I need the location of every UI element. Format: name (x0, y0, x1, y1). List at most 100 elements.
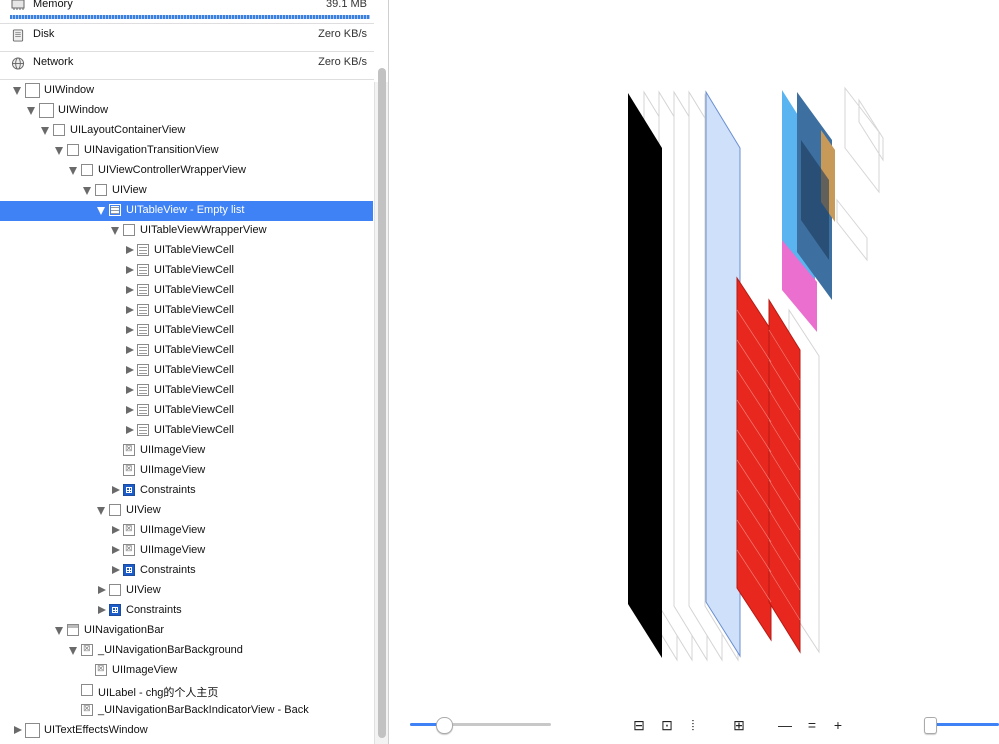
tree-row[interactable]: _UINavigationBarBackIndicatorView - Back (0, 701, 373, 721)
tree-row[interactable]: UILabel - chg的个人主页 (0, 681, 373, 701)
disclosure-open-icon[interactable] (97, 507, 105, 515)
disclosure-open-icon[interactable] (111, 227, 119, 235)
table-cell-icon (137, 284, 149, 296)
disclosure-closed-icon[interactable] (14, 726, 22, 734)
layer-outline[interactable] (844, 86, 880, 194)
tree-row[interactable]: UIViewControllerWrapperView (0, 161, 373, 181)
show-constraints-icon[interactable]: ⊡ (659, 717, 675, 733)
disclosure-closed-icon[interactable] (126, 326, 134, 334)
tree-row[interactable]: UITableViewCell (0, 261, 373, 281)
disclosure-open-icon[interactable] (55, 627, 63, 635)
view-icon (109, 504, 121, 516)
tree-row[interactable]: UITableViewCell (0, 281, 373, 301)
zoom-in-icon[interactable]: + (830, 717, 846, 733)
disclosure-closed-icon[interactable] (98, 586, 106, 594)
layer-spacing-slider-knob[interactable] (435, 717, 453, 734)
disclosure-open-icon[interactable] (13, 87, 21, 95)
layer-outline[interactable] (836, 198, 868, 262)
disclosure-closed-icon[interactable] (98, 606, 106, 614)
tree-row[interactable]: UITableViewCell (0, 361, 373, 381)
tree-row[interactable]: UITableViewCell (0, 301, 373, 321)
tree-row-label: UITableViewCell (154, 364, 234, 376)
tree-row[interactable]: UIView (0, 181, 373, 201)
disclosure-open-icon[interactable] (41, 127, 49, 135)
gauge-memory-value: 39.1 MB (326, 0, 367, 10)
layer-tableview-red-front[interactable] (768, 298, 801, 654)
disclosure-closed-icon[interactable] (126, 286, 134, 294)
disclosure-closed-icon[interactable] (112, 526, 120, 534)
show-clipped-content-icon[interactable]: ⊟ (631, 717, 647, 733)
grid-view-icon[interactable]: ⊞ (731, 717, 747, 733)
tree-row[interactable]: Constraints (0, 481, 373, 501)
tree-row[interactable]: UITableViewCell (0, 421, 373, 441)
tree-row[interactable]: UIImageView (0, 441, 373, 461)
zoom-slider-knob[interactable] (924, 717, 937, 734)
layer-uiwindow-black[interactable] (628, 93, 662, 658)
disclosure-closed-icon[interactable] (126, 246, 134, 254)
disclosure-closed-icon[interactable] (126, 406, 134, 414)
layer-uiview-lightblue[interactable] (705, 90, 741, 658)
gauge-network[interactable]: Network Zero KB/s (0, 51, 374, 80)
disclosure-open-icon[interactable] (69, 647, 77, 655)
tree-scrollbar[interactable] (374, 68, 388, 744)
disclosure-closed-icon[interactable] (112, 566, 120, 574)
disclosure-open-icon[interactable] (69, 167, 77, 175)
tree-row[interactable]: UITableViewCell (0, 401, 373, 421)
disclosure-closed-icon[interactable] (126, 426, 134, 434)
tree-row[interactable]: UIWindow (0, 101, 373, 121)
disclosure-closed-icon[interactable] (126, 366, 134, 374)
show-wireframes-icon[interactable]: ⦙ (685, 717, 701, 733)
tree-row-label: UILayoutContainerView (70, 124, 186, 136)
tree-row-label: UILabel - chg的个人主页 (98, 687, 219, 699)
tree-row[interactable]: UIImageView (0, 461, 373, 481)
memory-usage-bar (10, 15, 370, 19)
disclosure-closed-icon[interactable] (112, 546, 120, 554)
tree-scrollbar-thumb[interactable] (378, 68, 386, 738)
disclosure-closed-icon[interactable] (112, 486, 120, 494)
disclosure-closed-icon[interactable] (126, 386, 134, 394)
layer-spacing-slider[interactable] (410, 723, 551, 726)
disclosure-open-icon[interactable] (55, 147, 63, 155)
tree-row[interactable]: UINavigationBar (0, 621, 373, 641)
gauge-memory[interactable]: Memory 39.1 MB (0, 0, 374, 24)
zoom-out-icon[interactable]: — (777, 717, 793, 733)
tree-row[interactable]: Constraints (0, 601, 373, 621)
table-cell-icon (137, 364, 149, 376)
tree-row[interactable]: UITableViewCell (0, 321, 373, 341)
disclosure-closed-icon[interactable] (126, 266, 134, 274)
disclosure-open-icon[interactable] (27, 107, 35, 115)
tree-row[interactable]: UIWindow (0, 81, 373, 101)
tree-row[interactable]: _UINavigationBarBackground (0, 641, 373, 661)
image-view-icon (123, 523, 135, 536)
exploded-layers-3d-view[interactable] (389, 0, 999, 708)
tree-row[interactable]: UILayoutContainerView (0, 121, 373, 141)
tree-row[interactable]: UITableViewCell (0, 381, 373, 401)
disclosure-closed-icon[interactable] (126, 346, 134, 354)
tree-row[interactable]: UIImageView (0, 541, 373, 561)
tree-row[interactable]: UITextEffectsWindow (0, 721, 373, 741)
zoom-slider[interactable] (929, 723, 999, 726)
disk-icon (12, 29, 24, 42)
tree-row[interactable]: UITableView - Empty list (0, 201, 373, 221)
gauge-disk[interactable]: Disk Zero KB/s (0, 23, 374, 52)
image-view-icon (95, 663, 107, 676)
tree-row[interactable]: UITableViewCell (0, 341, 373, 361)
actual-size-icon[interactable]: = (804, 717, 820, 733)
layer-tableview-red-back[interactable] (736, 276, 772, 642)
tree-row[interactable]: UITableViewWrapperView (0, 221, 373, 241)
tree-row[interactable]: Constraints (0, 561, 373, 581)
disclosure-open-icon[interactable] (83, 187, 91, 195)
gauge-network-label: Network (33, 56, 74, 68)
tree-row[interactable]: UIView (0, 501, 373, 521)
tree-row-label: Constraints (126, 604, 182, 616)
image-view-icon (123, 463, 135, 476)
tree-row[interactable]: UIImageView (0, 521, 373, 541)
tree-row[interactable]: UINavigationTransitionView (0, 141, 373, 161)
view-debugger-canvas[interactable] (389, 0, 999, 744)
tree-row[interactable]: UIImageView (0, 661, 373, 681)
disclosure-open-icon[interactable] (97, 207, 105, 215)
tree-row[interactable]: UITableViewCell (0, 241, 373, 261)
tree-row[interactable]: UIView (0, 581, 373, 601)
disclosure-closed-icon[interactable] (126, 306, 134, 314)
view-icon (81, 684, 93, 696)
